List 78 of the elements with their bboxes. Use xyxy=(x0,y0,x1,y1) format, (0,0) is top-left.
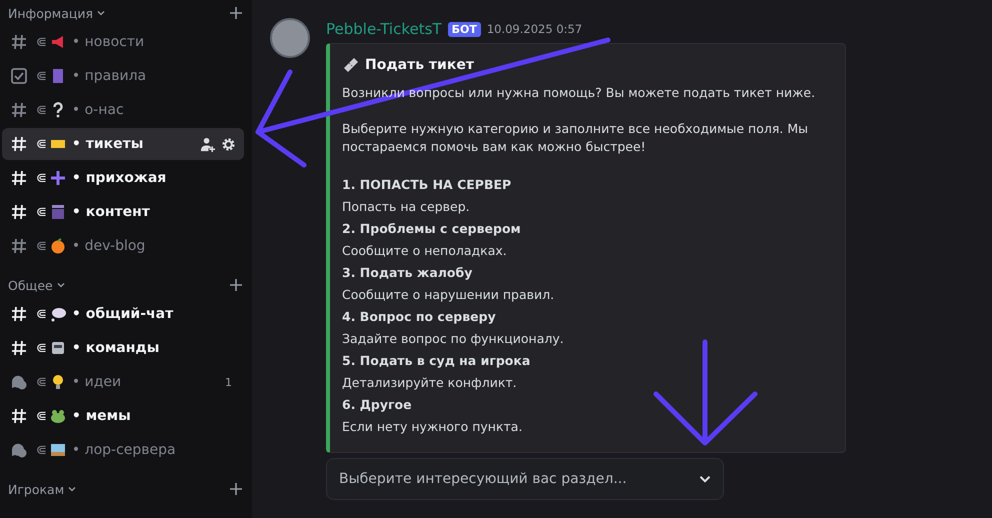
thought-bubble-icon xyxy=(50,306,66,322)
channel-item[interactable]: ⋐ • идеи 1 xyxy=(2,366,244,398)
channel-item[interactable]: ⋐ • правила xyxy=(2,60,244,92)
channel-prefix: ⋐ xyxy=(36,204,47,220)
hash-icon xyxy=(10,169,28,187)
plus-icon[interactable] xyxy=(230,279,242,291)
channel-prefix: ⋐ xyxy=(36,238,47,254)
section-heading: 1. ПОПАСТЬ НА СЕРВЕР xyxy=(342,176,512,194)
embed-title: Подать тикет xyxy=(365,57,474,73)
avatar[interactable] xyxy=(270,18,310,58)
category-title[interactable]: Игрокам xyxy=(8,482,64,496)
plus-icon[interactable] xyxy=(230,7,242,19)
section-text: Сообщите о неполадках. xyxy=(342,242,508,260)
hash-icon xyxy=(10,407,28,425)
section-text: Детализируйте конфликт. xyxy=(342,374,518,392)
author-name[interactable]: Pebble-TicketsT xyxy=(326,20,442,38)
section-text: Задайте вопрос по функционалу. xyxy=(342,330,565,348)
channel-item[interactable]: ⋐ • тикеты xyxy=(2,128,244,160)
hash-icon xyxy=(10,305,28,323)
megaphone-icon xyxy=(50,34,66,50)
channel-item[interactable]: ⋐ • общий-чат xyxy=(2,298,244,330)
hash-icon xyxy=(10,203,28,221)
peach-icon xyxy=(50,238,66,254)
channel-prefix: ⋐ xyxy=(36,340,47,356)
chevron-down-icon xyxy=(97,9,106,17)
chevron-down-icon xyxy=(56,281,65,289)
ticket-icon xyxy=(342,56,360,74)
framed-picture-icon xyxy=(50,442,66,458)
select-dropdown[interactable]: Выберите интересующий вас раздел... xyxy=(326,458,724,500)
channel-prefix: ⋐ xyxy=(36,68,47,84)
chevron-down-icon xyxy=(699,473,711,485)
speech-bubbles-icon xyxy=(10,441,28,459)
chevron-down-icon xyxy=(68,485,76,493)
channel-item[interactable]: ⋐ • мемы xyxy=(2,400,244,432)
hash-icon xyxy=(10,33,28,51)
hash-icon xyxy=(10,339,28,357)
section-heading: 6. Другое xyxy=(342,396,413,414)
channel-prefix: ⋐ xyxy=(36,102,47,118)
category-title[interactable]: Общее xyxy=(8,278,53,292)
channel-prefix: ⋐ xyxy=(36,442,47,458)
channel-prefix: ⋐ xyxy=(36,170,47,186)
hash-icon xyxy=(10,135,28,153)
settings-icon[interactable] xyxy=(221,136,236,152)
section-text: Сообщите о нарушении правил. xyxy=(342,286,556,304)
channel-prefix: ⋐ xyxy=(36,136,47,152)
section-heading: 2. Проблемы с сервером xyxy=(342,220,522,238)
hash-icon xyxy=(10,101,28,119)
speech-bubbles-icon xyxy=(10,373,28,391)
message-time: 10.09.2025 0:57 xyxy=(486,22,582,36)
channel-item[interactable]: ⋐ • dev-blog xyxy=(2,230,244,262)
add-member-icon[interactable] xyxy=(200,136,215,152)
category-title[interactable]: Информация xyxy=(8,6,94,20)
section-text: Если нету нужного пункта. xyxy=(342,418,524,436)
channel-item[interactable]: ⋐ • контент xyxy=(2,196,244,228)
hash-icon xyxy=(10,237,28,255)
clapperboard-icon xyxy=(50,204,66,220)
embed-paragraph: Выберите нужную категорию и заполните все необходимые поля. Мы постараемся помочь вам как можно быстрее! xyxy=(342,120,809,156)
channel-item[interactable]: ⋐ • команды xyxy=(2,332,244,364)
plus-icon xyxy=(50,170,66,186)
checklist-icon xyxy=(10,67,28,85)
section-heading: 5. Подать в суд на игрока xyxy=(342,352,532,370)
channel-prefix: ⋐ xyxy=(36,306,47,322)
frog-icon xyxy=(50,408,66,424)
channel-prefix: ⋐ xyxy=(36,374,47,390)
section-heading: 4. Вопрос по серверу xyxy=(342,308,497,326)
channel-prefix: ⋐ xyxy=(36,408,47,424)
robot-icon xyxy=(50,340,66,356)
bot-tag: БОТ xyxy=(448,22,481,36)
embed-paragraph: Возникли вопросы или нужна помощь? Вы можете подать тикет ниже. xyxy=(342,84,816,102)
channel-item[interactable]: ⋐ • о-нас xyxy=(2,94,244,126)
channel-item[interactable]: ⋐ • лор-сервера xyxy=(2,434,244,466)
unread-count: 1 xyxy=(225,376,232,388)
section-heading: 3. Подать жалобу xyxy=(342,264,474,282)
plus-icon[interactable] xyxy=(230,483,242,495)
section-text: Попасть на сервер. xyxy=(342,198,471,216)
channel-item[interactable]: ⋐ • новости xyxy=(2,26,244,58)
channel-item[interactable]: ⋐ • прихожая xyxy=(2,162,244,194)
channel-prefix: ⋐ xyxy=(36,34,47,50)
